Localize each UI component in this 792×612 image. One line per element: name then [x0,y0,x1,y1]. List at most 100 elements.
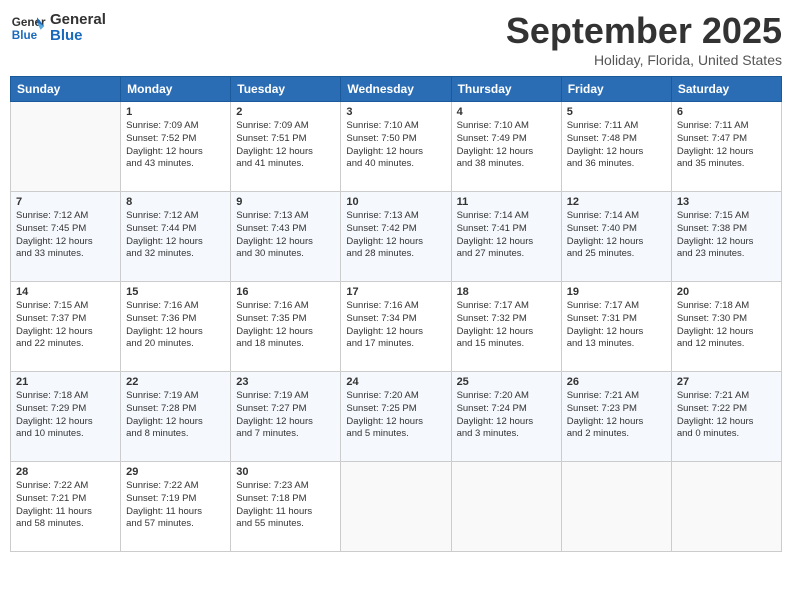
day-number: 18 [457,286,556,298]
logo-icon: General Blue [10,10,46,46]
day-info: Sunrise: 7:12 AM Sunset: 7:45 PM Dayligh… [16,210,115,261]
day-number: 15 [126,286,225,298]
day-info: Sunrise: 7:10 AM Sunset: 7:50 PM Dayligh… [346,120,445,171]
calendar-cell: 6 Sunrise: 7:11 AM Sunset: 7:47 PM Daylig… [671,102,781,192]
day-number: 19 [567,286,666,298]
day-number: 9 [236,196,335,208]
day-info: Sunrise: 7:15 AM Sunset: 7:38 PM Dayligh… [677,210,776,261]
day-number: 25 [457,376,556,388]
calendar-cell [561,462,671,552]
day-number: 21 [16,376,115,388]
title-block: September 2025 Holiday, Florida, United … [506,10,782,68]
calendar-cell [451,462,561,552]
day-number: 24 [346,376,445,388]
day-number: 23 [236,376,335,388]
calendar-cell: 22 Sunrise: 7:19 AM Sunset: 7:28 PM Dayli… [121,372,231,462]
day-number: 2 [236,106,335,118]
calendar-cell: 9Sunrise: 7:13 AM Sunset: 7:43 PM Daylig… [231,192,341,282]
calendar-cell: 19 Sunrise: 7:17 AM Sunset: 7:31 PM Dayli… [561,282,671,372]
day-info: Sunrise: 7:16 AM Sunset: 7:34 PM Dayligh… [346,300,445,351]
calendar-cell: 14 Sunrise: 7:15 AM Sunset: 7:37 PM Dayli… [11,282,121,372]
day-info: Sunrise: 7:15 AM Sunset: 7:37 PM Dayligh… [16,300,115,351]
calendar-cell: 13 Sunrise: 7:15 AM Sunset: 7:38 PM Dayli… [671,192,781,282]
calendar-cell: 2 Sunrise: 7:09 AM Sunset: 7:51 PM Daylig… [231,102,341,192]
calendar-cell: 3 Sunrise: 7:10 AM Sunset: 7:50 PM Daylig… [341,102,451,192]
calendar-cell: 11Sunrise: 7:14 AM Sunset: 7:41 PM Dayli… [451,192,561,282]
day-number: 20 [677,286,776,298]
day-number: 10 [346,196,445,208]
calendar-cell: 26 Sunrise: 7:21 AM Sunset: 7:23 PM Dayli… [561,372,671,462]
day-info: Sunrise: 7:10 AM Sunset: 7:49 PM Dayligh… [457,120,556,171]
month-title: September 2025 [506,10,782,52]
day-info: Sunrise: 7:17 AM Sunset: 7:32 PM Dayligh… [457,300,556,351]
day-info: Sunrise: 7:23 AM Sunset: 7:18 PM Dayligh… [236,480,335,531]
day-info: Sunrise: 7:16 AM Sunset: 7:36 PM Dayligh… [126,300,225,351]
day-info: Sunrise: 7:16 AM Sunset: 7:35 PM Dayligh… [236,300,335,351]
calendar-cell [11,102,121,192]
day-number: 11 [457,196,556,208]
calendar-cell: 27 Sunrise: 7:21 AM Sunset: 7:22 PM Dayli… [671,372,781,462]
calendar-cell: 5Sunrise: 7:11 AM Sunset: 7:48 PM Daylig… [561,102,671,192]
calendar-cell: 8Sunrise: 7:12 AM Sunset: 7:44 PM Daylig… [121,192,231,282]
calendar-cell: 10 Sunrise: 7:13 AM Sunset: 7:42 PM Dayli… [341,192,451,282]
calendar-week-row: 21 Sunrise: 7:18 AM Sunset: 7:29 PM Dayli… [11,372,782,462]
day-number: 22 [126,376,225,388]
day-number: 12 [567,196,666,208]
column-header-sunday: Sunday [11,77,121,102]
calendar-week-row: 1Sunrise: 7:09 AM Sunset: 7:52 PM Daylig… [11,102,782,192]
day-info: Sunrise: 7:17 AM Sunset: 7:31 PM Dayligh… [567,300,666,351]
day-info: Sunrise: 7:12 AM Sunset: 7:44 PM Dayligh… [126,210,225,261]
day-number: 14 [16,286,115,298]
day-number: 27 [677,376,776,388]
day-info: Sunrise: 7:13 AM Sunset: 7:42 PM Dayligh… [346,210,445,261]
day-info: Sunrise: 7:21 AM Sunset: 7:23 PM Dayligh… [567,390,666,441]
day-info: Sunrise: 7:14 AM Sunset: 7:40 PM Dayligh… [567,210,666,261]
calendar-cell: 28Sunrise: 7:22 AM Sunset: 7:21 PM Dayli… [11,462,121,552]
column-header-tuesday: Tuesday [231,77,341,102]
location-subtitle: Holiday, Florida, United States [506,52,782,68]
day-number: 28 [16,466,115,478]
calendar-cell: 12 Sunrise: 7:14 AM Sunset: 7:40 PM Dayli… [561,192,671,282]
day-info: Sunrise: 7:18 AM Sunset: 7:29 PM Dayligh… [16,390,115,441]
calendar-cell: 24 Sunrise: 7:20 AM Sunset: 7:25 PM Dayli… [341,372,451,462]
calendar-cell: 18 Sunrise: 7:17 AM Sunset: 7:32 PM Dayli… [451,282,561,372]
calendar-week-row: 14 Sunrise: 7:15 AM Sunset: 7:37 PM Dayli… [11,282,782,372]
day-number: 4 [457,106,556,118]
day-number: 16 [236,286,335,298]
calendar-cell: 15 Sunrise: 7:16 AM Sunset: 7:36 PM Dayli… [121,282,231,372]
day-info: Sunrise: 7:22 AM Sunset: 7:19 PM Dayligh… [126,480,225,531]
calendar-cell: 30 Sunrise: 7:23 AM Sunset: 7:18 PM Dayli… [231,462,341,552]
calendar-cell: 23 Sunrise: 7:19 AM Sunset: 7:27 PM Dayli… [231,372,341,462]
calendar-cell: 4 Sunrise: 7:10 AM Sunset: 7:49 PM Daylig… [451,102,561,192]
calendar-cell: 17Sunrise: 7:16 AM Sunset: 7:34 PM Dayli… [341,282,451,372]
day-number: 26 [567,376,666,388]
day-info: Sunrise: 7:19 AM Sunset: 7:27 PM Dayligh… [236,390,335,441]
column-header-friday: Friday [561,77,671,102]
day-info: Sunrise: 7:20 AM Sunset: 7:24 PM Dayligh… [457,390,556,441]
logo-general: General [50,12,106,29]
calendar-header-row: SundayMondayTuesdayWednesdayThursdayFrid… [11,77,782,102]
calendar-cell: 25 Sunrise: 7:20 AM Sunset: 7:24 PM Dayli… [451,372,561,462]
day-number: 29 [126,466,225,478]
day-info: Sunrise: 7:11 AM Sunset: 7:47 PM Dayligh… [677,120,776,171]
column-header-wednesday: Wednesday [341,77,451,102]
column-header-monday: Monday [121,77,231,102]
calendar-week-row: 28Sunrise: 7:22 AM Sunset: 7:21 PM Dayli… [11,462,782,552]
day-number: 13 [677,196,776,208]
column-header-saturday: Saturday [671,77,781,102]
day-info: Sunrise: 7:21 AM Sunset: 7:22 PM Dayligh… [677,390,776,441]
logo-blue: Blue [50,28,106,45]
day-number: 3 [346,106,445,118]
day-number: 1 [126,106,225,118]
calendar-cell [671,462,781,552]
day-number: 30 [236,466,335,478]
day-info: Sunrise: 7:19 AM Sunset: 7:28 PM Dayligh… [126,390,225,441]
day-info: Sunrise: 7:09 AM Sunset: 7:51 PM Dayligh… [236,120,335,171]
calendar-cell: 20Sunrise: 7:18 AM Sunset: 7:30 PM Dayli… [671,282,781,372]
calendar-week-row: 7Sunrise: 7:12 AM Sunset: 7:45 PM Daylig… [11,192,782,282]
day-info: Sunrise: 7:20 AM Sunset: 7:25 PM Dayligh… [346,390,445,441]
day-number: 6 [677,106,776,118]
calendar-cell: 16 Sunrise: 7:16 AM Sunset: 7:35 PM Dayli… [231,282,341,372]
page-header: General Blue General Blue September 2025… [10,10,782,68]
calendar-body: 1Sunrise: 7:09 AM Sunset: 7:52 PM Daylig… [11,102,782,552]
